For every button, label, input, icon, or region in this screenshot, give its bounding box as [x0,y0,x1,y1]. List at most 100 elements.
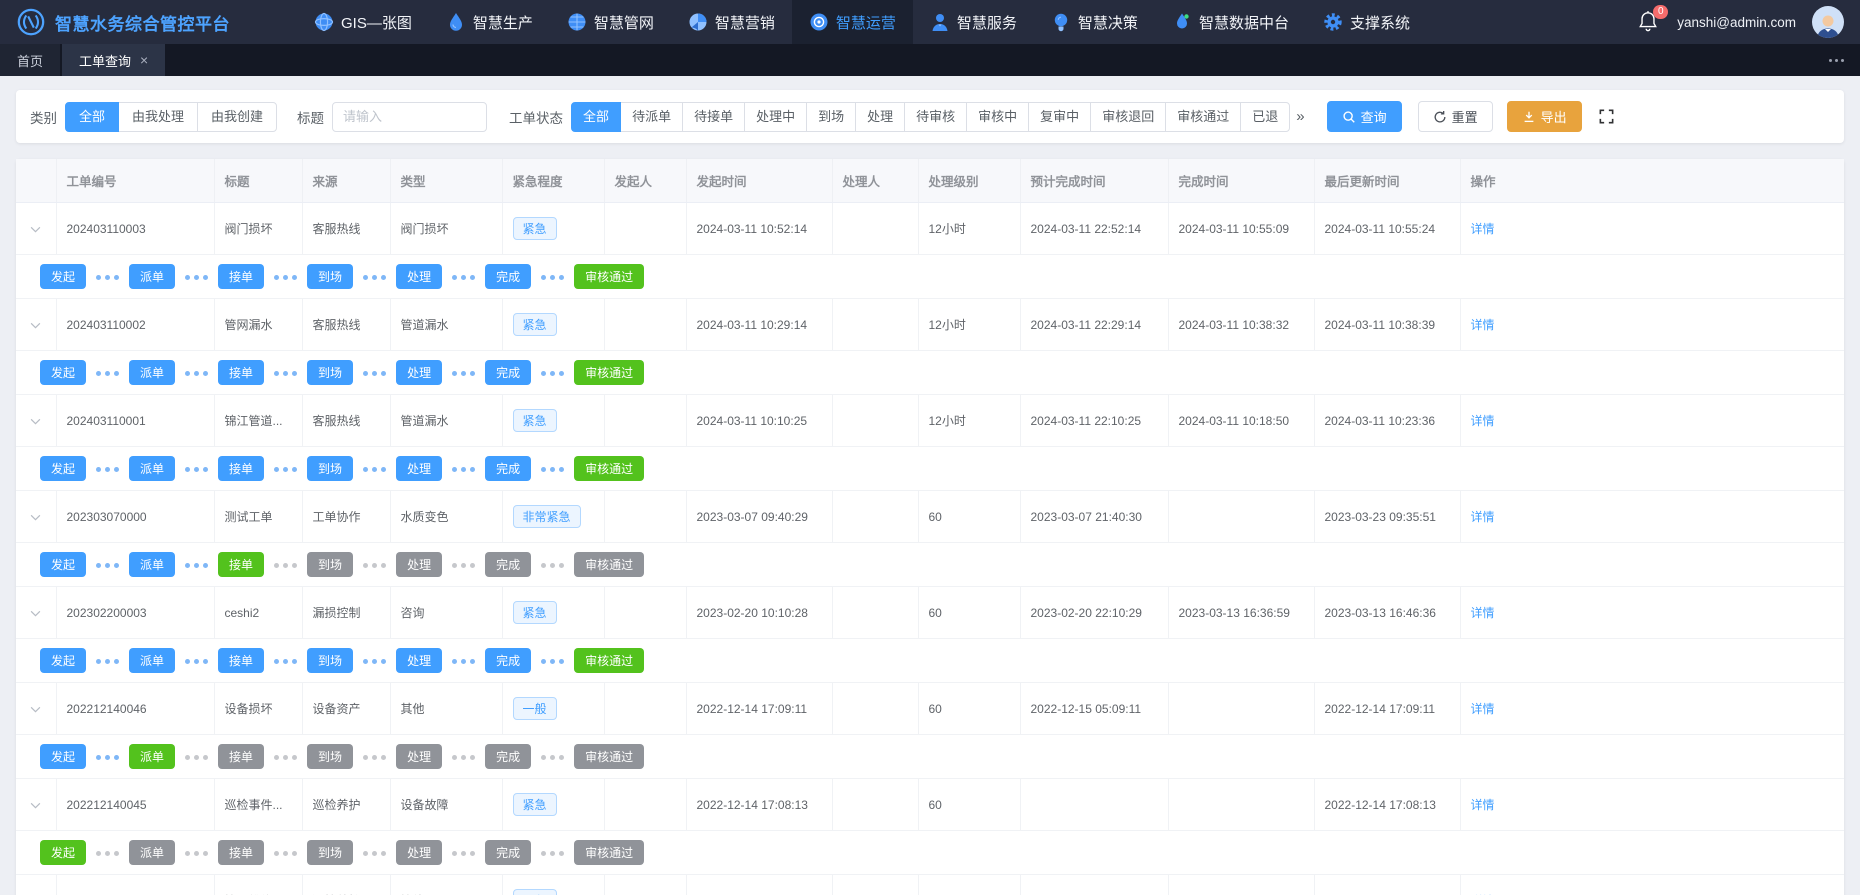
fullscreen-icon[interactable] [1598,108,1615,125]
download-icon [1522,110,1536,124]
filter-bar: 类别 全部由我处理由我创建 标题 工单状态 全部待派单待接单处理中到场处理待审核… [16,90,1844,143]
cell-start-time: 2022-12-14 16:15:37 [686,875,832,895]
workflow-step-badge: 审核通过 [574,552,644,577]
flow-connector-dots [96,467,119,472]
status-option-审核中[interactable]: 审核中 [966,102,1029,132]
cell-level: 12小时 [918,299,1020,351]
detail-link[interactable]: 详情 [1471,318,1495,332]
nav-item-label: GIS—张图 [341,12,412,33]
status-option-已退[interactable]: 已退 [1240,102,1290,132]
expand-row-icon[interactable] [30,514,41,521]
workflow-step-badge: 派单 [129,552,175,577]
cell-title: ceshi2 [214,587,302,639]
urgency-badge: 一般 [513,697,557,720]
workflow-step-badge: 处理 [396,840,442,865]
title-search-input[interactable] [332,102,487,132]
flow-connector-dots [274,275,297,280]
status-overflow-chevron[interactable]: » [1296,108,1304,125]
nav-item-支撑系统[interactable]: 支撑系统 [1306,0,1427,44]
cell-source: 工单协作 [302,491,390,543]
category-label: 类别 [30,107,57,127]
detail-link[interactable]: 详情 [1471,702,1495,716]
close-icon[interactable]: × [140,53,148,67]
workflow-step-badge: 接单 [218,744,264,769]
status-option-待接单[interactable]: 待接单 [682,102,745,132]
flow-connector-dots [96,659,119,664]
cell-level: 60 [918,587,1020,639]
urgency-badge: 非常紧急 [513,505,581,528]
workflow-step-badge: 发起 [40,456,86,481]
droplet-icon [446,12,466,32]
nav-item-GIS—张图[interactable]: GIS—张图 [297,0,429,44]
flow-connector-dots [541,563,564,568]
tab-工单查询[interactable]: 工单查询× [62,44,167,76]
workflow-step-badge: 处理 [396,264,442,289]
bulb-icon [1051,12,1071,32]
notification-bell[interactable]: 0 [1637,9,1661,35]
cell-expected-time: 2024-03-11 22:29:14 [1020,299,1168,351]
workflow-step-badge: 派单 [129,456,175,481]
status-option-处理中[interactable]: 处理中 [744,102,807,132]
nav-item-智慧服务[interactable]: 智慧服务 [913,0,1034,44]
cell-title: 锦江管道... [214,395,302,447]
nav-item-智慧营销[interactable]: 智慧营销 [671,0,792,44]
nav-item-智慧数据中台[interactable]: 智慧数据中台 [1155,0,1306,44]
tab-overflow-menu[interactable] [1813,44,1860,76]
reset-button[interactable]: 重置 [1418,101,1493,132]
cell-type: 其他 [390,683,502,735]
cell-level: 12小时 [918,395,1020,447]
cell-expected-time: 2024-03-11 22:52:14 [1020,203,1168,255]
user-email[interactable]: yanshi@admin.com [1677,15,1796,30]
workflow-step-badge: 派单 [129,840,175,865]
cell-start-time: 2024-03-11 10:29:14 [686,299,832,351]
nav-item-label: 智慧决策 [1078,12,1138,33]
workflow-step-badge: 审核通过 [574,744,644,769]
nav-item-智慧决策[interactable]: 智慧决策 [1034,0,1155,44]
workflow-step-badge: 接单 [218,264,264,289]
cell-start-time: 2024-03-11 10:10:25 [686,395,832,447]
detail-link[interactable]: 详情 [1471,414,1495,428]
category-option-全部[interactable]: 全部 [65,102,119,132]
expand-row-icon[interactable] [30,802,41,809]
col-处理级别: 处理级别 [918,159,1020,203]
category-option-由我创建[interactable]: 由我创建 [197,102,277,132]
detail-link[interactable]: 详情 [1471,510,1495,524]
col-预计完成时间: 预计完成时间 [1020,159,1168,203]
col-类型: 类型 [390,159,502,203]
flow-connector-dots [96,851,119,856]
tab-首页[interactable]: 首页 [0,44,62,76]
status-option-待审核[interactable]: 待审核 [904,102,967,132]
status-option-待派单[interactable]: 待派单 [620,102,683,132]
search-button[interactable]: 查询 [1327,101,1402,132]
cell-order-no: 202212140044 [56,875,214,895]
workflow-step-badge: 接单 [218,648,264,673]
status-option-全部[interactable]: 全部 [571,102,621,132]
detail-link[interactable]: 详情 [1471,798,1495,812]
cell-order-no: 202303070000 [56,491,214,543]
expand-row-icon[interactable] [30,610,41,617]
expand-row-icon[interactable] [30,418,41,425]
cell-handler [832,683,918,735]
category-option-由我处理[interactable]: 由我处理 [118,102,198,132]
status-option-审核退回[interactable]: 审核退回 [1090,102,1166,132]
table-header-row: 工单编号标题来源类型紧急程度发起人发起时间处理人处理级别预计完成时间完成时间最后… [16,159,1844,203]
flow-connector-dots [452,659,475,664]
status-option-处理[interactable]: 处理 [855,102,905,132]
export-button[interactable]: 导出 [1507,101,1582,132]
expand-row-icon[interactable] [30,226,41,233]
expand-row-icon[interactable] [30,322,41,329]
status-option-到场[interactable]: 到场 [806,102,856,132]
nav-item-智慧运营[interactable]: 智慧运营 [792,0,913,44]
detail-link[interactable]: 详情 [1471,222,1495,236]
user-avatar[interactable] [1812,6,1844,38]
detail-link[interactable]: 详情 [1471,606,1495,620]
workflow-step-badge: 到场 [307,456,353,481]
status-option-复审中[interactable]: 复审中 [1028,102,1091,132]
nav-item-智慧管网[interactable]: 智慧管网 [550,0,671,44]
nav-item-label: 智慧数据中台 [1199,12,1289,33]
expand-row-icon[interactable] [30,706,41,713]
status-option-审核通过[interactable]: 审核通过 [1165,102,1241,132]
nav-item-智慧生产[interactable]: 智慧生产 [429,0,550,44]
workflow-step-badge: 完成 [485,456,531,481]
data-platform-icon [1172,12,1192,32]
